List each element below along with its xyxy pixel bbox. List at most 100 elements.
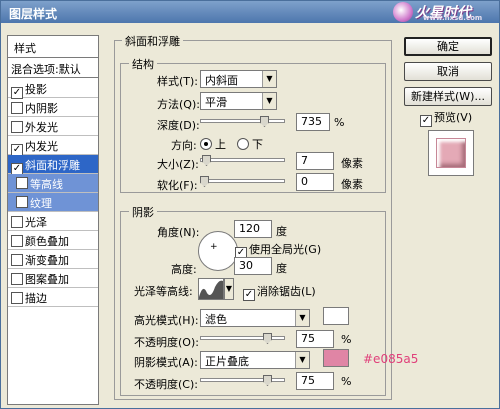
gloss-contour-dropdown[interactable]: ▼ (224, 278, 234, 300)
style-item[interactable]: 外发光 (8, 117, 98, 136)
chevron-down-icon: ▼ (295, 352, 309, 368)
shadow-mode-select[interactable]: 正片叠底 ▼ (200, 351, 310, 369)
style-item-label: 颜色叠加 (25, 235, 69, 248)
direction-label: 方向: (171, 139, 197, 152)
opacity1-label: 不透明度(O): (134, 336, 199, 349)
style-item[interactable]: 纹理 (8, 193, 98, 212)
style-item-label: 内发光 (25, 140, 58, 153)
checkbox-checked-icon: ✓ (243, 289, 255, 301)
slider-track (200, 179, 285, 183)
anti-alias-label: 消除锯齿(L) (257, 285, 316, 298)
soften-field[interactable]: 0 (296, 173, 334, 191)
style-list: 样式 混合选项:默认 ✓ 投影 内阴影外发光 ✓ 内发光 ✓ 斜面和浮雕等高线纹理光泽颜色叠… (7, 35, 99, 405)
angle-dial[interactable]: + (198, 231, 238, 271)
slider-thumb[interactable] (260, 116, 269, 127)
logo-icon (393, 2, 413, 22)
blend-options-item[interactable]: 混合选项:默认 (8, 58, 98, 78)
style-item[interactable]: 光泽 (8, 212, 98, 231)
direction-up-label: 上 (215, 138, 226, 151)
altitude-label: 高度: (171, 263, 197, 276)
angle-label: 角度(N): (157, 226, 200, 239)
style-item[interactable]: ✓ 投影 (8, 79, 98, 99)
highlight-mode-label: 高光模式(H): (134, 314, 199, 327)
angle-field[interactable]: 120 (234, 220, 272, 238)
style-item[interactable]: 渐变叠加 (8, 250, 98, 269)
opacity2-label: 不透明度(C): (134, 378, 198, 391)
depth-field[interactable]: 735 (296, 113, 330, 131)
style-item[interactable]: 内阴影 (8, 98, 98, 117)
new-style-button[interactable]: 新建样式(W)... (404, 87, 492, 106)
style-select[interactable]: 内斜面 ▼ (200, 70, 277, 88)
ok-button[interactable]: 确定 (404, 37, 492, 56)
highlight-opacity-slider[interactable] (200, 333, 285, 345)
style-item-label: 渐变叠加 (25, 254, 69, 267)
title-bar: 图层样式 火星时代 www.hxsd.com (1, 1, 499, 23)
global-light-label: 使用全局光(G) (249, 243, 322, 256)
preview-checkbox[interactable]: ✓ 预览(V) (420, 109, 472, 127)
slider-thumb[interactable] (263, 333, 272, 344)
chevron-down-icon: ▼ (262, 93, 276, 109)
checkbox-icon[interactable] (11, 254, 23, 266)
checkbox-icon[interactable] (11, 102, 23, 114)
preview-label: 预览(V) (434, 111, 473, 124)
styles-header[interactable]: 样式 (8, 36, 98, 58)
angle-unit: 度 (276, 225, 287, 238)
method-select[interactable]: 平滑 ▼ (200, 92, 277, 110)
depth-label: 深度(D): (157, 119, 200, 132)
bevel-emboss-title: 斜面和浮雕 (122, 33, 183, 49)
checkbox-icon[interactable] (11, 235, 23, 247)
shadow-color-swatch[interactable] (323, 349, 349, 367)
style-item[interactable]: 描边 (8, 288, 98, 307)
cancel-button[interactable]: 取消 (404, 62, 492, 81)
method-label: 方法(Q): (157, 98, 200, 111)
altitude-unit: 度 (276, 262, 287, 275)
style-item[interactable]: 图案叠加 (8, 269, 98, 288)
preview-swatch (436, 138, 466, 168)
size-field[interactable]: 7 (296, 152, 334, 170)
style-item-label: 外发光 (25, 121, 58, 134)
gloss-contour-picker[interactable] (198, 278, 224, 300)
opacity1-unit: % (341, 333, 352, 346)
structure-title: 结构 (129, 56, 157, 72)
shading-title: 阴影 (129, 204, 157, 220)
size-slider[interactable] (200, 155, 285, 167)
slider-track (200, 378, 285, 382)
style-item-label: 光泽 (25, 216, 47, 229)
slider-thumb[interactable] (263, 375, 272, 386)
style-item-label: 等高线 (30, 178, 63, 191)
direction-down-radio[interactable]: 下 (237, 136, 263, 152)
checkbox-icon[interactable] (16, 196, 28, 208)
depth-slider[interactable] (200, 116, 285, 128)
window-title: 图层样式 (9, 7, 58, 21)
direction-down-label: 下 (252, 138, 263, 151)
style-item[interactable]: ✓ 内发光 (8, 136, 98, 156)
slider-thumb[interactable] (202, 155, 211, 166)
checkbox-icon[interactable] (11, 121, 23, 133)
soften-label: 软化(F): (157, 179, 198, 192)
checkbox-icon[interactable] (11, 216, 23, 228)
watermark-logo: 火星时代 www.hxsd.com (393, 1, 497, 23)
style-select-value: 内斜面 (205, 74, 238, 87)
radio-off-icon (237, 138, 249, 150)
shadow-opacity-slider[interactable] (200, 375, 285, 387)
soften-slider[interactable] (200, 176, 285, 188)
slider-thumb[interactable] (200, 176, 209, 187)
highlight-mode-select[interactable]: 滤色 ▼ (200, 309, 310, 327)
checkbox-icon[interactable] (16, 177, 28, 189)
highlight-opacity-field[interactable]: 75 (296, 330, 334, 348)
direction-up-radio[interactable]: 上 (200, 136, 226, 152)
opacity2-unit: % (341, 375, 352, 388)
checkbox-icon[interactable] (11, 292, 23, 304)
style-item[interactable]: 等高线 (8, 174, 98, 193)
method-select-value: 平滑 (205, 96, 227, 109)
highlight-color-swatch[interactable] (323, 307, 349, 325)
shadow-opacity-field[interactable]: 75 (296, 372, 334, 390)
checkbox-icon[interactable] (11, 273, 23, 285)
style-item[interactable]: ✓ 斜面和浮雕 (8, 155, 98, 175)
anti-alias-checkbox[interactable]: ✓ 消除锯齿(L) (243, 283, 316, 301)
style-item[interactable]: 颜色叠加 (8, 231, 98, 250)
chevron-down-icon: ▼ (295, 310, 309, 326)
chevron-down-icon: ▼ (262, 71, 276, 87)
altitude-field[interactable]: 30 (234, 257, 272, 275)
shadow-color-annotation: #e085a5 (363, 352, 419, 366)
